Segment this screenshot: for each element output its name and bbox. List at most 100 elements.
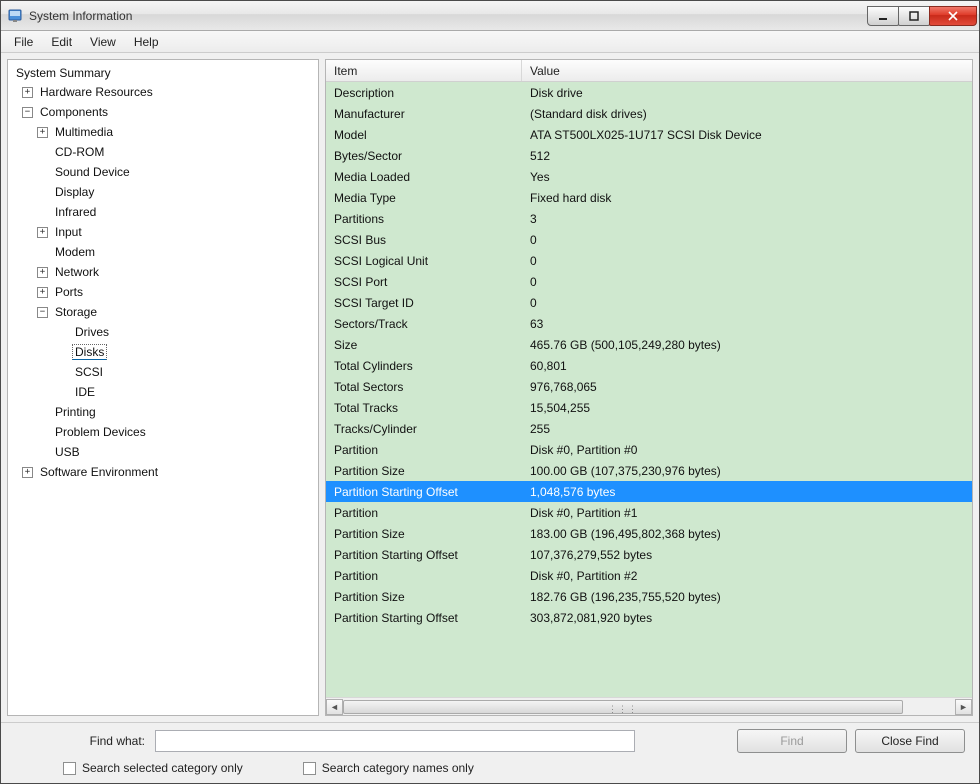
close-find-button[interactable]: Close Find <box>855 729 965 753</box>
tree-item-cdrom[interactable]: CD-ROM <box>52 144 107 160</box>
checkbox-search-selected-category[interactable]: Search selected category only <box>63 761 243 775</box>
close-button[interactable] <box>929 6 977 26</box>
detail-row[interactable]: Partition Starting Offset107,376,279,552… <box>326 544 972 565</box>
scroll-right-icon[interactable]: ► <box>955 699 972 715</box>
tree-item-infrared[interactable]: Infrared <box>52 204 99 220</box>
category-tree[interactable]: System Summary + Hardware Resources − Co… <box>8 60 318 715</box>
tree-item-printing[interactable]: Printing <box>52 404 99 420</box>
minimize-button[interactable] <box>867 6 899 26</box>
detail-row[interactable]: Total Tracks15,504,255 <box>326 397 972 418</box>
detail-row[interactable]: Sectors/Track63 <box>326 313 972 334</box>
column-header-value[interactable]: Value <box>522 60 972 81</box>
scroll-thumb[interactable]: ⋮⋮⋮ <box>343 700 903 714</box>
tree-item-multimedia[interactable]: Multimedia <box>52 124 116 140</box>
detail-row[interactable]: Manufacturer(Standard disk drives) <box>326 103 972 124</box>
detail-row[interactable]: Total Sectors976,768,065 <box>326 376 972 397</box>
detail-row[interactable]: Partition Size100.00 GB (107,375,230,976… <box>326 460 972 481</box>
menu-file[interactable]: File <box>5 33 42 51</box>
detail-row[interactable]: SCSI Target ID0 <box>326 292 972 313</box>
checkbox-label: Search category names only <box>322 761 474 775</box>
expand-icon[interactable]: + <box>37 227 48 238</box>
checkbox-search-category-names[interactable]: Search category names only <box>303 761 474 775</box>
detail-list[interactable]: DescriptionDisk driveManufacturer(Standa… <box>326 82 972 697</box>
menu-help[interactable]: Help <box>125 33 168 51</box>
detail-row[interactable]: Partitions3 <box>326 208 972 229</box>
find-label: Find what: <box>15 734 145 748</box>
detail-row[interactable]: Partition Size183.00 GB (196,495,802,368… <box>326 523 972 544</box>
detail-value: Fixed hard disk <box>522 191 972 205</box>
tree-item-software-environment[interactable]: Software Environment <box>37 464 161 480</box>
detail-value: 0 <box>522 296 972 310</box>
tree-item-usb[interactable]: USB <box>52 444 83 460</box>
detail-row[interactable]: Partition Starting Offset303,872,081,920… <box>326 607 972 628</box>
tree-item-problem-devices[interactable]: Problem Devices <box>52 424 149 440</box>
detail-row[interactable]: SCSI Logical Unit0 <box>326 250 972 271</box>
tree-item-scsi[interactable]: SCSI <box>72 364 106 380</box>
detail-row[interactable]: Size465.76 GB (500,105,249,280 bytes) <box>326 334 972 355</box>
tree-item-modem[interactable]: Modem <box>52 244 98 260</box>
detail-row[interactable]: Partition Starting Offset1,048,576 bytes <box>326 481 972 502</box>
detail-panel: Item Value DescriptionDisk driveManufact… <box>325 59 973 716</box>
scroll-track[interactable]: ⋮⋮⋮ <box>343 699 955 715</box>
horizontal-scrollbar[interactable]: ◄ ⋮⋮⋮ ► <box>326 697 972 715</box>
detail-item: Sectors/Track <box>326 317 522 331</box>
tree-item-drives[interactable]: Drives <box>72 324 112 340</box>
expand-icon[interactable]: + <box>37 127 48 138</box>
detail-item: Partition Starting Offset <box>326 485 522 499</box>
tree-item-hardware-resources[interactable]: Hardware Resources <box>37 84 156 100</box>
detail-value: 0 <box>522 275 972 289</box>
menu-edit[interactable]: Edit <box>42 33 81 51</box>
checkbox-icon <box>63 762 76 775</box>
tree-root[interactable]: System Summary <box>12 64 316 82</box>
detail-item: Bytes/Sector <box>326 149 522 163</box>
detail-value: 100.00 GB (107,375,230,976 bytes) <box>522 464 972 478</box>
detail-value: 1,048,576 bytes <box>522 485 972 499</box>
expand-icon[interactable]: + <box>22 467 33 478</box>
tree-item-input[interactable]: Input <box>52 224 85 240</box>
detail-row[interactable]: SCSI Bus0 <box>326 229 972 250</box>
detail-item: Media Loaded <box>326 170 522 184</box>
expand-icon[interactable]: + <box>37 267 48 278</box>
tree-item-display[interactable]: Display <box>52 184 97 200</box>
detail-row[interactable]: PartitionDisk #0, Partition #0 <box>326 439 972 460</box>
tree-item-ports[interactable]: Ports <box>52 284 86 300</box>
tree-item-ide[interactable]: IDE <box>72 384 98 400</box>
detail-row[interactable]: Bytes/Sector512 <box>326 145 972 166</box>
detail-row[interactable]: DescriptionDisk drive <box>326 82 972 103</box>
detail-item: Partition Size <box>326 464 522 478</box>
tree-item-storage[interactable]: Storage <box>52 304 100 320</box>
detail-item: Partition Starting Offset <box>326 548 522 562</box>
content-area: System Summary + Hardware Resources − Co… <box>1 53 979 722</box>
detail-item: Tracks/Cylinder <box>326 422 522 436</box>
find-button[interactable]: Find <box>737 729 847 753</box>
collapse-icon[interactable]: − <box>22 107 33 118</box>
detail-value: Disk #0, Partition #2 <box>522 569 972 583</box>
detail-row[interactable]: Media LoadedYes <box>326 166 972 187</box>
tree-item-network[interactable]: Network <box>52 264 102 280</box>
detail-row[interactable]: PartitionDisk #0, Partition #2 <box>326 565 972 586</box>
find-input[interactable] <box>155 730 635 752</box>
detail-row[interactable]: ModelATA ST500LX025-1U717 SCSI Disk Devi… <box>326 124 972 145</box>
expand-icon[interactable]: + <box>37 287 48 298</box>
maximize-button[interactable] <box>898 6 930 26</box>
detail-value: 303,872,081,920 bytes <box>522 611 972 625</box>
detail-value: 15,504,255 <box>522 401 972 415</box>
tree-item-components[interactable]: Components <box>37 104 111 120</box>
detail-row[interactable]: Media TypeFixed hard disk <box>326 187 972 208</box>
scroll-left-icon[interactable]: ◄ <box>326 699 343 715</box>
column-header-item[interactable]: Item <box>326 60 522 81</box>
tree-item-sound[interactable]: Sound Device <box>52 164 133 180</box>
titlebar[interactable]: System Information <box>1 1 979 31</box>
tree-item-disks[interactable]: Disks <box>72 344 107 360</box>
detail-header: Item Value <box>326 60 972 82</box>
detail-item: Media Type <box>326 191 522 205</box>
menu-view[interactable]: View <box>81 33 125 51</box>
detail-row[interactable]: PartitionDisk #0, Partition #1 <box>326 502 972 523</box>
detail-row[interactable]: Tracks/Cylinder255 <box>326 418 972 439</box>
detail-row[interactable]: Partition Size182.76 GB (196,235,755,520… <box>326 586 972 607</box>
detail-item: Model <box>326 128 522 142</box>
collapse-icon[interactable]: − <box>37 307 48 318</box>
detail-row[interactable]: SCSI Port0 <box>326 271 972 292</box>
detail-row[interactable]: Total Cylinders60,801 <box>326 355 972 376</box>
expand-icon[interactable]: + <box>22 87 33 98</box>
